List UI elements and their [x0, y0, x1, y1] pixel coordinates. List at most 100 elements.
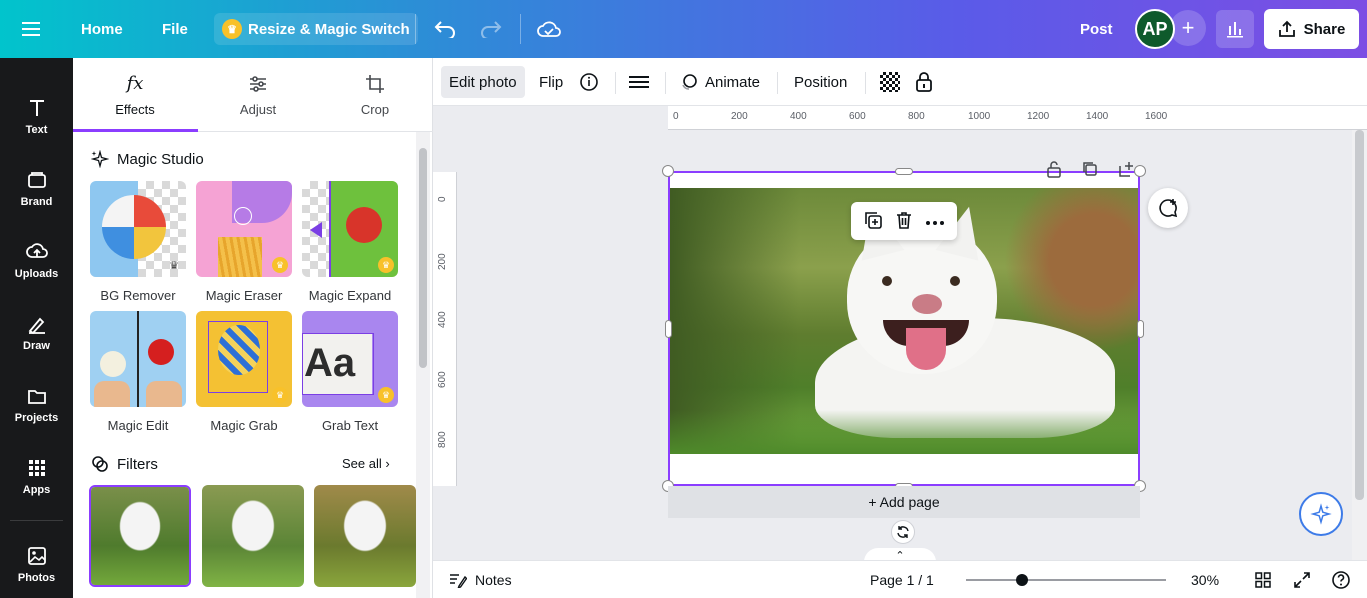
zoom-slider-track[interactable] — [966, 579, 1166, 581]
comment-add-icon — [1159, 199, 1178, 218]
resize-handle[interactable] — [662, 165, 674, 177]
tool-label: Magic Edit — [107, 418, 169, 433]
magic-expand-tile[interactable]: ♛ — [302, 181, 398, 277]
info-icon[interactable] — [579, 66, 599, 98]
filter-thumb[interactable] — [314, 485, 416, 587]
duplicate-icon[interactable] — [863, 210, 883, 233]
resize-handle[interactable] — [665, 320, 672, 338]
bg-remover-tile[interactable]: ♛ — [90, 181, 186, 277]
position-button[interactable]: Position — [794, 66, 847, 98]
grid-view-icon[interactable] — [1254, 561, 1272, 598]
magic-grab-tile[interactable]: ♛ — [196, 311, 292, 407]
zoom-slider-knob[interactable] — [1016, 574, 1028, 586]
folder-icon — [27, 389, 46, 404]
crown-icon: ♛ — [272, 387, 288, 403]
canvas-scrollbar[interactable] — [1352, 130, 1367, 560]
canvas-scrollbar-thumb[interactable] — [1355, 130, 1364, 500]
grab-text-tile[interactable]: Aa ♛ — [302, 311, 398, 407]
notes-label: Notes — [475, 572, 512, 588]
filter-thumb[interactable] — [89, 485, 191, 587]
share-button[interactable]: Share — [1264, 9, 1359, 49]
tool-label: Magic Grab — [210, 418, 278, 433]
rail-item-brand[interactable]: Brand — [0, 156, 73, 220]
panel-scrollbar[interactable] — [416, 132, 430, 598]
ruler-tick: 1200 — [1027, 111, 1050, 122]
page-indicator[interactable]: Page 1 / 1 — [870, 561, 934, 598]
ruler-tick: 800 — [908, 111, 925, 122]
filter-thumb[interactable] — [202, 485, 304, 587]
zoom-percent[interactable]: 30% — [1191, 561, 1219, 598]
trash-icon[interactable] — [894, 210, 914, 233]
text-icon — [29, 99, 44, 116]
chevron-right-icon: › — [385, 456, 390, 471]
animate-button[interactable]: Animate — [679, 66, 760, 98]
undo-icon[interactable] — [434, 0, 456, 58]
rail-divider — [10, 520, 63, 521]
post-button[interactable]: Post — [1080, 0, 1113, 58]
divider — [777, 72, 778, 94]
menu-icon[interactable] — [22, 0, 42, 58]
magic-eraser-tile[interactable]: ♛ — [196, 181, 292, 277]
add-collaborator-button[interactable]: + — [1170, 10, 1206, 46]
tab-label: Effects — [115, 102, 155, 117]
panel-tabs: fx Effects Adjust Crop — [73, 58, 433, 132]
divider — [615, 72, 616, 94]
flip-button[interactable]: Flip — [539, 66, 563, 98]
cloud-saved-icon[interactable] — [537, 0, 561, 58]
fullscreen-icon[interactable] — [1293, 561, 1311, 598]
rail-item-draw[interactable]: Draw — [0, 300, 73, 364]
share-icon — [1278, 20, 1295, 37]
page-lock-icon[interactable] — [1046, 160, 1062, 181]
magic-edit-tile[interactable] — [90, 311, 186, 407]
resize-label: Resize & Magic Switch — [248, 20, 410, 38]
file-menu[interactable]: File — [162, 0, 188, 58]
see-all-link[interactable]: See all › — [342, 456, 390, 471]
rail-label: Brand — [20, 195, 53, 208]
more-icon[interactable] — [925, 213, 945, 229]
crown-icon: ♛ — [378, 387, 394, 403]
border-style-icon[interactable] — [629, 66, 649, 98]
rail-item-text[interactable]: Text — [0, 84, 73, 148]
redo-icon[interactable] — [480, 0, 502, 58]
resize-handle[interactable] — [1134, 165, 1146, 177]
avatar[interactable]: AP — [1135, 9, 1175, 49]
crown-icon: ♛ — [169, 259, 179, 272]
page-duplicate-icon[interactable] — [1081, 160, 1099, 181]
tool-label: Magic Expand — [308, 288, 392, 303]
panel-scrollbar-thumb[interactable] — [419, 148, 427, 368]
edit-photo-button[interactable]: Edit photo — [441, 66, 525, 98]
transparency-icon[interactable] — [880, 66, 900, 98]
help-icon[interactable] — [1331, 561, 1351, 598]
rail-item-photos[interactable]: Photos — [0, 532, 73, 596]
rail-label: Projects — [14, 411, 59, 424]
divider — [520, 14, 521, 44]
lock-icon[interactable] — [915, 66, 933, 98]
tab-adjust[interactable]: Adjust — [196, 58, 320, 132]
page-add-icon[interactable] — [1117, 160, 1135, 181]
bottom-bar: Notes Page 1 / 1 30% — [433, 560, 1367, 598]
rail-item-uploads[interactable]: Uploads — [0, 228, 73, 292]
divider — [665, 72, 666, 94]
ruler-tick: 200 — [731, 111, 748, 122]
bar-chart-icon — [1227, 22, 1243, 38]
tool-label: BG Remover — [100, 288, 176, 303]
resize-handle[interactable] — [895, 168, 913, 175]
add-page-button[interactable]: + Add page — [668, 486, 1140, 518]
filters-heading: Filters — [91, 455, 158, 473]
rail-item-projects[interactable]: Projects — [0, 372, 73, 436]
notes-button[interactable]: Notes — [449, 561, 512, 598]
context-toolbar: Edit photo Flip Animate Position — [433, 58, 1367, 106]
divider — [415, 14, 416, 44]
rail-item-apps[interactable]: Apps — [0, 444, 73, 508]
home-link[interactable]: Home — [81, 0, 123, 58]
rail-label: Draw — [23, 339, 50, 352]
resize-handle[interactable] — [1137, 320, 1144, 338]
resize-magic-switch-button[interactable]: ♛ Resize & Magic Switch — [214, 0, 418, 58]
refresh-icon[interactable] — [891, 520, 915, 544]
top-bar: Home File ♛ Resize & Magic Switch Post +… — [0, 0, 1367, 58]
add-comment-button[interactable] — [1148, 188, 1188, 228]
magic-assistant-button[interactable] — [1299, 492, 1343, 536]
insights-button[interactable] — [1216, 10, 1254, 48]
tab-effects[interactable]: fx Effects — [73, 58, 197, 132]
tab-crop[interactable]: Crop — [313, 58, 437, 132]
